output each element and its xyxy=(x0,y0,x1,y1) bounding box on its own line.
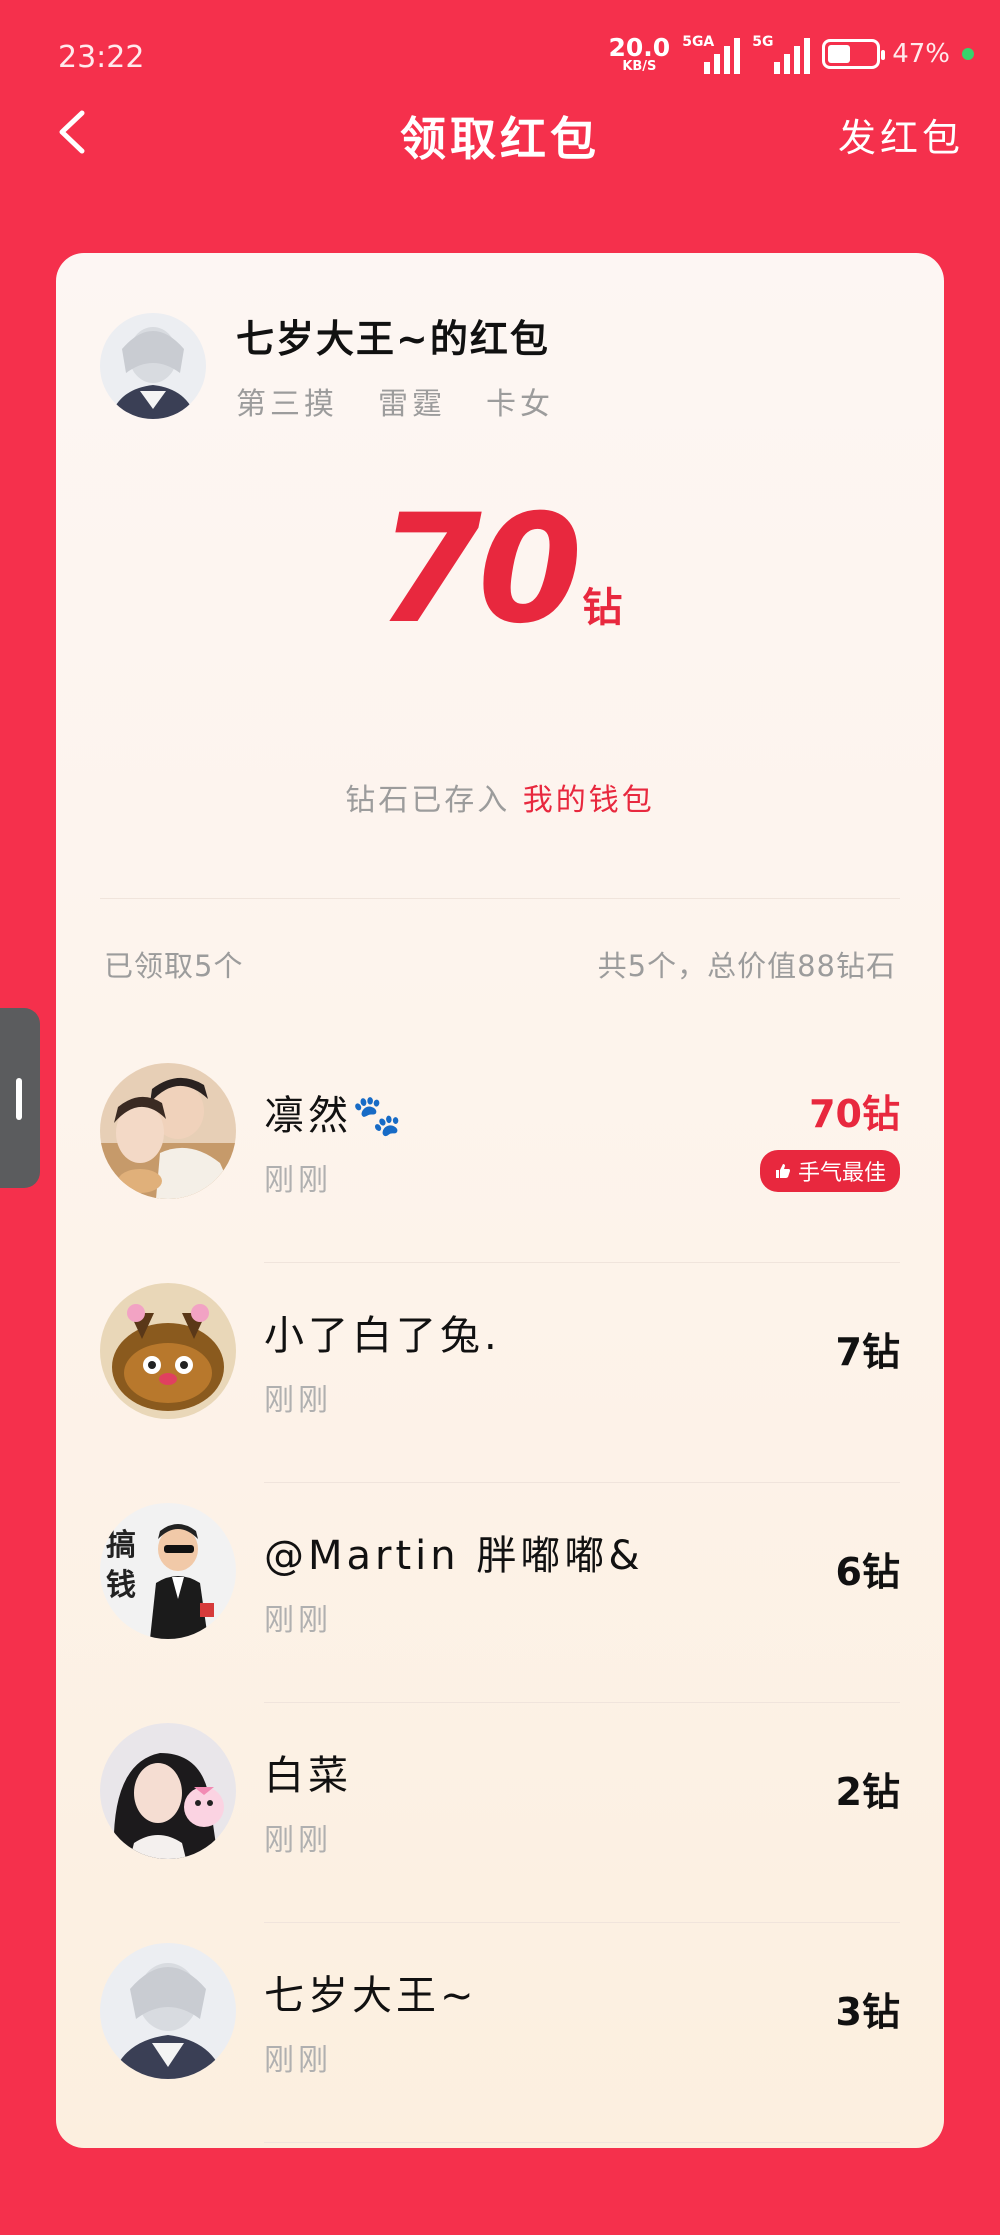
best-luck-badge: 手气最佳 xyxy=(759,1150,900,1192)
stored-notice: 钻石已存入 我的钱包 xyxy=(56,775,944,819)
receive-time: 刚刚 xyxy=(264,1383,332,1418)
total-summary: 共5个，总价值88钻石 xyxy=(597,949,896,983)
receive-amount: 6钻 xyxy=(835,1550,900,1594)
send-red-packet-link[interactable]: 发红包 xyxy=(838,107,964,162)
receiver-avatar: 搞 钱 xyxy=(100,1503,236,1639)
receiver-name: 白菜 xyxy=(264,1753,352,1799)
best-luck-label: 手气最佳 xyxy=(797,1161,886,1186)
signal-5ga-icon: 5GA xyxy=(682,34,741,74)
receive-amount: 7钻 xyxy=(835,1330,900,1374)
red-packet-card: 七岁大王~的红包 第三摸 雷霆 卡女 70 钻 钻石已存入 我的钱包 已领取5个 … xyxy=(56,253,944,2148)
row-divider xyxy=(264,2142,900,2143)
battery-icon xyxy=(822,39,886,69)
status-time: 23:22 xyxy=(58,40,145,75)
svg-text:搞: 搞 xyxy=(106,1528,136,1563)
sender-tag: 雷霆 xyxy=(378,387,446,422)
receive-amount: 70钻 xyxy=(809,1092,900,1136)
stored-text: 钻石已存入 xyxy=(345,783,511,818)
floating-side-handle[interactable] xyxy=(0,1008,40,1188)
receive-time: 刚刚 xyxy=(264,2043,332,2078)
receiver-avatar xyxy=(100,1063,236,1199)
receiver-name: @Martin 胖嘟嘟& xyxy=(264,1533,644,1579)
receiver-name: 凛然🐾 xyxy=(264,1093,406,1139)
list-item[interactable]: 白菜 刚刚 2钻 xyxy=(56,1703,944,1923)
claimed-count: 已领取5个 xyxy=(104,949,244,983)
sim2-label: 5G xyxy=(752,34,774,50)
nav-header: 领取红包 发红包 xyxy=(0,95,1000,175)
sender-tags: 第三摸 雷霆 卡女 xyxy=(236,379,554,423)
amount-unit: 钻 xyxy=(582,585,623,631)
my-wallet-link[interactable]: 我的钱包 xyxy=(523,783,655,818)
received-amount: 70 钻 xyxy=(56,483,944,657)
network-speed: 20.0 KB/S xyxy=(609,35,671,73)
sender-header: 七岁大王~的红包 第三摸 雷霆 卡女 xyxy=(100,308,554,423)
status-bar: 23:22 20.0 KB/S 5GA 5G 47% xyxy=(0,0,1000,110)
sender-tag: 卡女 xyxy=(486,387,554,422)
receive-time: 刚刚 xyxy=(264,1603,332,1638)
receiver-name: 七岁大王~ xyxy=(264,1973,478,2019)
receive-amount: 2钻 xyxy=(835,1770,900,1814)
amount-value: 70 xyxy=(377,483,583,657)
divider xyxy=(100,898,900,899)
list-item[interactable]: 七岁大王~ 刚刚 3钻 xyxy=(56,1923,944,2143)
network-speed-value: 20.0 xyxy=(608,33,671,62)
receive-amount: 3钻 xyxy=(835,1990,900,2034)
claim-summary: 已领取5个 共5个，总价值88钻石 xyxy=(104,943,896,985)
list-item[interactable]: 搞 钱 @Martin 胖嘟嘟& 刚刚 6钻 xyxy=(56,1483,944,1703)
sender-name: 七岁大王~的红包 xyxy=(236,317,550,361)
privacy-indicator-dot xyxy=(962,48,974,60)
thumbs-up-icon xyxy=(775,1164,790,1178)
receiver-avatar xyxy=(100,1943,236,2079)
battery-percent: 47% xyxy=(892,39,950,69)
list-item[interactable]: 凛然🐾 刚刚 70钻 手气最佳 xyxy=(56,1043,944,1263)
sender-tag: 第三摸 xyxy=(236,387,338,422)
receive-time: 刚刚 xyxy=(264,1163,332,1198)
network-speed-unit: KB/S xyxy=(622,59,657,74)
receive-time: 刚刚 xyxy=(264,1823,332,1858)
list-item[interactable]: 小了白了兔. 刚刚 7钻 xyxy=(56,1263,944,1483)
svg-text:钱: 钱 xyxy=(106,1568,136,1603)
status-icons: 20.0 KB/S 5GA 5G 47% xyxy=(609,34,974,74)
receiver-list: 凛然🐾 刚刚 70钻 手气最佳 小了白了兔. 刚刚 7钻 搞 钱 @Martin… xyxy=(56,1043,944,2143)
receiver-avatar xyxy=(100,1283,236,1419)
signal-5g-icon: 5G xyxy=(752,34,811,74)
sender-avatar[interactable] xyxy=(100,312,206,419)
receiver-name: 小了白了兔. xyxy=(264,1313,501,1359)
receiver-avatar xyxy=(100,1723,236,1859)
